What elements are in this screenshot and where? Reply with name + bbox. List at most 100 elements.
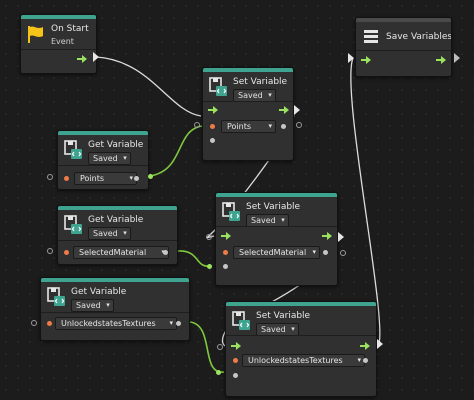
node-divider [203, 101, 293, 102]
value-input-port[interactable] [210, 138, 215, 143]
flow-out-arrow-icon[interactable] [77, 55, 87, 63]
value-input-port[interactable] [233, 373, 238, 378]
variable-name-dropdown[interactable]: UnlockedstatesTextures ▾ [242, 354, 365, 367]
get-variable-node-1[interactable]: Get Variable Saved ▾ Points ▾ [57, 130, 149, 190]
get-variable-node-2[interactable]: Get Variable Saved ▾ SelectedMaterial▾ [57, 205, 178, 265]
value-in-port[interactable] [216, 370, 221, 375]
variable-save-icon [232, 311, 250, 330]
flow-out-port-icon[interactable] [294, 105, 300, 115]
flow-in-port[interactable] [194, 122, 200, 128]
flow-in-port[interactable] [217, 344, 223, 350]
node-title: On Start [51, 24, 89, 34]
chevron-down-icon: ▾ [268, 122, 272, 130]
variable-save-icon [209, 77, 227, 96]
value-out-port[interactable] [296, 122, 302, 128]
variable-name-label: Points [227, 122, 252, 131]
on-start-node[interactable]: On Start Event [20, 14, 97, 74]
node-header: Set Variable Saved ▾ [216, 197, 337, 233]
name-in-port[interactable] [47, 174, 53, 180]
node-divider [21, 49, 96, 50]
chevron-down-icon: ▾ [169, 319, 173, 327]
node-title: Save Variables [386, 32, 452, 42]
set-variable-node-1[interactable]: Set Variable Saved ▾ Points ▾ [202, 67, 294, 161]
variable-save-icon [64, 215, 82, 234]
scope-label: Saved [251, 216, 276, 225]
name-in-port[interactable] [31, 320, 37, 326]
value-out-port[interactable] [148, 174, 153, 179]
name-input-port[interactable] [210, 124, 215, 129]
variable-save-icon [64, 140, 82, 159]
variable-name-dropdown[interactable]: SelectedMaterial ▾ [233, 246, 320, 259]
chevron-down-icon: ▾ [106, 301, 110, 309]
variable-name-label: SelectedMaterial [79, 248, 147, 257]
node-divider [216, 226, 337, 227]
variable-name-label: SelectedMaterial [239, 248, 307, 257]
scope-label: Saved [93, 154, 118, 163]
node-divider [58, 240, 177, 241]
chevron-down-icon: ▾ [357, 356, 361, 364]
flow-out-port-icon[interactable] [93, 52, 99, 62]
scope-label: Saved [238, 91, 263, 100]
node-subtitle: Event [51, 37, 74, 46]
flow-out-port-icon[interactable] [454, 53, 460, 63]
value-output-port[interactable] [134, 176, 139, 181]
flow-out-arrow-icon[interactable] [279, 106, 289, 114]
node-title: Get Variable [71, 287, 127, 297]
value-input-port[interactable] [223, 264, 228, 269]
flow-in-port[interactable] [206, 234, 212, 240]
get-variable-node-3[interactable]: Get Variable Saved ▾ UnlockedstatesTextur… [40, 277, 190, 341]
save-variables-node[interactable]: Save Variables [355, 17, 452, 77]
flow-in-arrow-icon[interactable] [208, 106, 218, 114]
node-divider [356, 50, 451, 51]
flow-out-arrow-icon[interactable] [322, 232, 332, 240]
flow-out-arrow-icon[interactable] [436, 56, 446, 64]
chevron-down-icon: ▾ [291, 325, 295, 333]
scope-dropdown[interactable]: Saved ▾ [88, 152, 131, 165]
node-divider [58, 165, 148, 166]
node-header: Set Variable Saved ▾ [226, 306, 376, 342]
value-output-port[interactable] [363, 358, 368, 363]
flow-out-port-icon[interactable] [338, 232, 344, 242]
flow-out-port-icon[interactable] [377, 339, 383, 349]
flow-out-arrow-icon[interactable] [360, 342, 370, 350]
flow-in-arrow-icon[interactable] [231, 342, 241, 350]
set-variable-node-2[interactable]: Set Variable Saved ▾ SelectedMaterial ▾ [215, 192, 338, 286]
chevron-down-icon: ▾ [281, 216, 285, 224]
chevron-down-icon: ▾ [123, 154, 127, 162]
variable-name-dropdown[interactable]: Points ▾ [74, 172, 137, 185]
node-title: Set Variable [256, 311, 311, 321]
value-output-port[interactable] [163, 250, 168, 255]
scope-label: Saved [93, 229, 118, 238]
name-input-port[interactable] [223, 250, 228, 255]
chevron-down-icon: ▾ [268, 91, 272, 99]
variable-name-label: UnlockedstatesTextures [248, 356, 343, 365]
flow-in-arrow-icon[interactable] [221, 232, 231, 240]
name-input-port[interactable] [64, 176, 69, 181]
variable-name-dropdown[interactable]: Points ▾ [221, 120, 276, 133]
name-input-port[interactable] [64, 250, 69, 255]
scope-label: Saved [76, 301, 101, 310]
set-variable-node-3[interactable]: Set Variable Saved ▾ UnlockedstatesTextur… [225, 301, 377, 397]
variable-save-icon [47, 287, 65, 306]
value-in-port[interactable] [207, 264, 212, 269]
scope-dropdown[interactable]: Saved ▾ [71, 299, 114, 312]
variable-name-dropdown[interactable]: SelectedMaterial▾ [73, 246, 169, 259]
flow-in-port-icon[interactable] [348, 53, 354, 63]
name-in-port[interactable] [47, 248, 53, 254]
variable-name-dropdown[interactable]: UnlockedstatesTextures ▾ [55, 317, 177, 330]
chevron-down-icon: ▾ [312, 248, 316, 256]
name-input-port[interactable] [233, 358, 238, 363]
name-input-port[interactable] [47, 321, 52, 326]
flow-in-arrow-icon[interactable] [361, 56, 371, 64]
chevron-down-icon: ▾ [129, 174, 133, 182]
value-out-port[interactable] [340, 250, 346, 256]
scope-label: Saved [261, 325, 286, 334]
scope-dropdown[interactable]: Saved ▾ [88, 227, 131, 240]
variable-save-icon [222, 202, 240, 221]
node-header: Set Variable Saved ▾ [203, 72, 293, 108]
flag-icon [28, 26, 43, 43]
value-output-port[interactable] [176, 321, 181, 326]
value-output-port[interactable] [281, 124, 286, 129]
node-title: Set Variable [246, 202, 301, 212]
value-output-port[interactable] [323, 250, 328, 255]
